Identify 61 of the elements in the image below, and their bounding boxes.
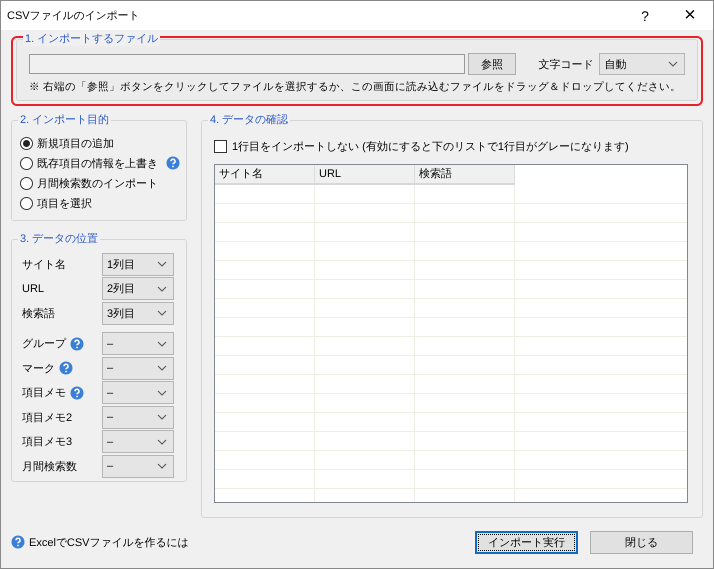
column-dropdown[interactable]: 3列目 — [102, 302, 174, 325]
help-icon[interactable] — [70, 386, 84, 400]
dialog-button[interactable]: 閉じる — [590, 530, 693, 554]
encoding-dropdown[interactable]: 自動 — [599, 53, 685, 75]
column-dropdown[interactable]: – — [102, 356, 174, 380]
chevron-down-icon — [668, 61, 678, 67]
dialog-button[interactable]: インポート実行 — [475, 530, 578, 554]
radio-button[interactable] — [20, 176, 33, 190]
field-label: 検索語 — [22, 306, 55, 321]
field-label: 月間検索数 — [22, 460, 77, 474]
column-dropdown[interactable]: – — [102, 406, 174, 429]
radio-button[interactable] — [20, 156, 33, 170]
help-icon[interactable] — [11, 535, 25, 549]
radio-label[interactable]: 項目を選択 — [37, 196, 92, 210]
field-label: 項目メモ3 — [22, 435, 72, 450]
chevron-down-icon — [157, 365, 167, 372]
window-title: CSVファイルのインポート — [7, 9, 141, 23]
column-dropdown[interactable]: – — [102, 381, 174, 404]
chevron-down-icon — [157, 286, 167, 292]
close-button[interactable]: × — [667, 1, 713, 30]
field-label: 項目メモ — [22, 386, 66, 400]
field-label: サイト名 — [22, 258, 66, 272]
checkbox[interactable] — [214, 140, 227, 153]
chevron-down-icon — [157, 438, 167, 445]
radio-button[interactable] — [20, 196, 33, 210]
chevron-down-icon — [157, 414, 167, 420]
instruction-text: ※ 右端の「参照」ボタンをクリックしてファイルを選択するか、この画面に読み込むファイルをドラッグ＆ドロップしてください。 — [29, 80, 682, 94]
help-button[interactable]: ? — [623, 1, 667, 30]
browse-button[interactable]: 参照 — [468, 53, 516, 75]
column-dropdown[interactable]: 2列目 — [102, 277, 174, 300]
radio-label[interactable]: 月間検索数のインポート — [37, 176, 158, 190]
help-icon[interactable] — [59, 361, 73, 376]
group-title: 2. インポート目的 — [18, 113, 112, 127]
file-path-field[interactable] — [29, 54, 465, 74]
field-label: URL — [22, 282, 44, 295]
checkbox-label[interactable]: 1行目をインポートしない (有効にすると下のリストで1行目がグレーになります) — [232, 139, 629, 154]
help-icon[interactable] — [70, 336, 84, 351]
radio-label[interactable]: 既存項目の情報を上書き — [37, 156, 158, 170]
field-label: グループ — [22, 336, 66, 352]
chevron-down-icon — [157, 463, 167, 470]
group-title: 3. データの位置 — [18, 232, 100, 246]
chevron-down-icon — [157, 310, 167, 316]
column-dropdown[interactable]: – — [102, 430, 174, 454]
column-dropdown[interactable]: – — [102, 332, 174, 356]
column-header[interactable]: URL — [315, 165, 415, 185]
chevron-down-icon — [157, 261, 167, 268]
field-label: マーク — [22, 362, 55, 376]
column-dropdown[interactable]: – — [102, 454, 174, 478]
column-header[interactable]: 検索語 — [415, 165, 515, 185]
radio-button[interactable] — [20, 136, 33, 150]
group-title: 4. データの確認 — [208, 113, 290, 127]
radio-label[interactable]: 新規項目の追加 — [37, 136, 114, 150]
column-header[interactable]: サイト名 — [215, 165, 315, 185]
encoding-label: 文字コード — [538, 58, 594, 72]
field-label: 項目メモ2 — [22, 410, 72, 425]
help-link[interactable]: ExcelでCSVファイルを作るには — [29, 534, 189, 550]
chevron-down-icon — [157, 340, 167, 347]
column-dropdown[interactable]: 1列目 — [102, 252, 174, 276]
help-icon[interactable] — [166, 156, 180, 170]
group-title: 1. インポートするファイル — [23, 32, 160, 46]
chevron-down-icon — [157, 390, 167, 396]
